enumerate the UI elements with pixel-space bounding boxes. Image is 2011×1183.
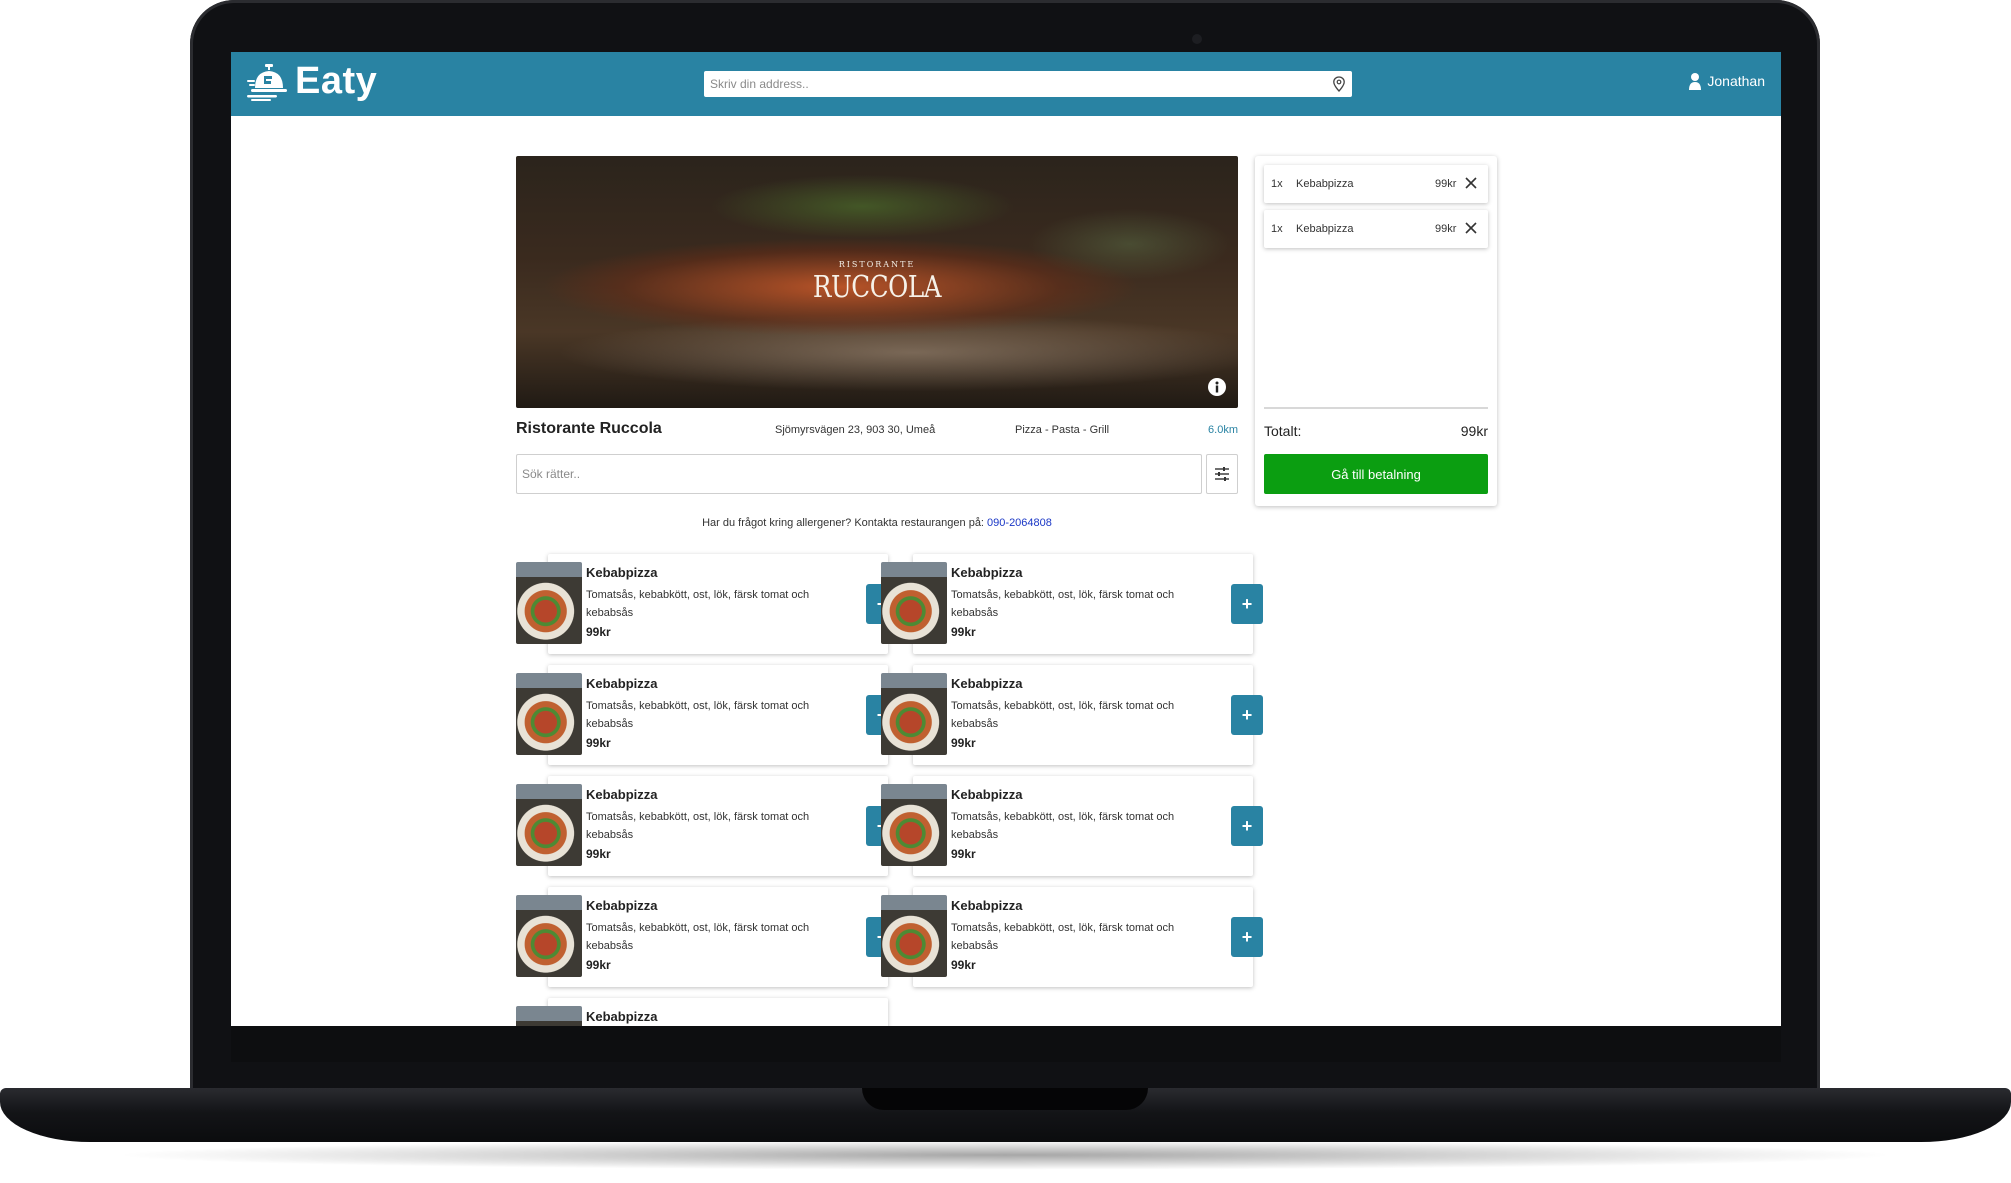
dish-image — [881, 673, 947, 755]
dish-search-bar — [516, 454, 1202, 494]
food-cloche-delivery-icon — [247, 63, 287, 101]
screen-bottom-bezel — [231, 1026, 1781, 1062]
user-menu[interactable]: Jonathan — [1688, 72, 1765, 90]
address-input[interactable] — [710, 77, 1332, 91]
add-to-cart-button[interactable]: + — [1231, 806, 1263, 846]
dish-image — [516, 1006, 582, 1026]
add-to-cart-button[interactable]: + — [1231, 695, 1263, 735]
dish-name: Kebabpizza — [586, 787, 658, 802]
dish-image — [881, 784, 947, 866]
dish-price: 99kr — [586, 847, 611, 861]
dish-description: Tomatsås, kebabkött, ost, lök, färsk tom… — [951, 700, 1175, 730]
restaurant-distance: 6.0km — [1208, 424, 1238, 436]
restaurant-categories: Pizza - Pasta - Grill — [1015, 424, 1110, 436]
info-glyph — [1215, 381, 1219, 393]
dish-image — [516, 562, 582, 644]
cart-item-price: 99kr — [1435, 178, 1457, 190]
dish-name: Kebabpizza — [951, 676, 1023, 691]
dish-name: Kebabpizza — [951, 565, 1023, 580]
cart-item: 1x Kebabpizza 99kr — [1264, 165, 1488, 203]
menu-item-card: Kebabpizza Tomatsås, kebabkött, ost, lök… — [516, 665, 898, 765]
cart-total-label: Totalt: — [1264, 423, 1302, 439]
dish-price: 99kr — [951, 736, 976, 750]
info-icon[interactable] — [1208, 378, 1226, 396]
dish-description: Tomatsås, kebabkött, ost, lök, färsk tom… — [586, 700, 810, 730]
restaurant-address: Sjömyrsvägen 23, 903 30, Umeå — [775, 424, 936, 436]
dish-description: Tomatsås, kebabkött, ost, lök, färsk tom… — [951, 811, 1175, 841]
menu-item-card: Kebabpizza Tomatsås, kebabkött, ost, lök… — [881, 776, 1263, 876]
top-navbar: Eaty Jonathan — [231, 52, 1781, 116]
location-pin-icon[interactable] — [1332, 76, 1346, 92]
dish-image — [881, 895, 947, 977]
dish-price: 99kr — [951, 625, 976, 639]
dish-image — [881, 562, 947, 644]
banner-title: RUCCOLA — [812, 270, 942, 305]
dish-name: Kebabpizza — [586, 898, 658, 913]
close-icon[interactable] — [1463, 220, 1479, 236]
dish-price: 99kr — [586, 958, 611, 972]
dish-name: Kebabpizza — [586, 565, 658, 580]
dish-image — [516, 784, 582, 866]
dish-name: Kebabpizza — [586, 1009, 658, 1024]
sliders-icon — [1215, 467, 1229, 481]
cart-item-name: Kebabpizza — [1296, 178, 1354, 190]
allergy-notice: Har du frågot kring allergener? Kontakta… — [516, 517, 1238, 529]
add-to-cart-button[interactable]: + — [1231, 584, 1263, 624]
menu-item-card: Kebabpizza Tomatsås, kebabkött, ost, lök… — [516, 776, 898, 876]
brand-name: Eaty — [295, 60, 378, 102]
dish-image — [516, 673, 582, 755]
restaurant-phone-link[interactable]: 090-2064808 — [987, 517, 1052, 529]
dish-description: Tomatsås, kebabkött, ost, lök, färsk tom… — [951, 922, 1175, 952]
dish-search-input[interactable] — [522, 467, 1196, 481]
cart-total-value: 99kr — [1460, 423, 1488, 439]
dish-name: Kebabpizza — [586, 676, 658, 691]
cart-divider — [1264, 407, 1488, 409]
cart-item: 1x Kebabpizza 99kr — [1264, 210, 1488, 248]
filter-button[interactable] — [1206, 454, 1238, 494]
shopping-cart: 1x Kebabpizza 99kr 1x Kebabpizza 99kr To… — [1255, 156, 1497, 506]
dish-price: 99kr — [586, 625, 611, 639]
restaurant-info-row: Ristorante Ruccola Sjömyrsvägen 23, 903 … — [516, 420, 1238, 440]
dish-name: Kebabpizza — [951, 787, 1023, 802]
dish-description: Tomatsås, kebabkött, ost, lök, färsk tom… — [951, 589, 1175, 619]
restaurant-banner: RISTORANTE RUCCOLA — [516, 156, 1238, 408]
address-search-bar — [704, 71, 1352, 97]
dish-price: 99kr — [951, 958, 976, 972]
allergy-text: Har du frågot kring allergener? Kontakta… — [702, 517, 988, 529]
laptop-notch — [862, 1088, 1148, 1110]
menu-item-card: Kebabpizza Tomatsås, kebabkött, ost, lök… — [881, 554, 1263, 654]
close-icon[interactable] — [1463, 175, 1479, 191]
user-name: Jonathan — [1707, 73, 1765, 89]
menu-item-card: Kebabpizza — [516, 998, 888, 1026]
menu-item-card: Kebabpizza Tomatsås, kebabkött, ost, lök… — [516, 887, 898, 987]
add-to-cart-button[interactable]: + — [1231, 917, 1263, 957]
menu-item-card: Kebabpizza Tomatsås, kebabkött, ost, lök… — [516, 554, 898, 654]
restaurant-name: Ristorante Ruccola — [516, 420, 662, 437]
cart-item-qty: 1x — [1271, 223, 1283, 235]
dish-price: 99kr — [951, 847, 976, 861]
dish-description: Tomatsås, kebabkött, ost, lök, färsk tom… — [586, 811, 810, 841]
checkout-button[interactable]: Gå till betalning — [1264, 454, 1488, 494]
dish-image — [516, 895, 582, 977]
cart-item-name: Kebabpizza — [1296, 223, 1354, 235]
cart-item-price: 99kr — [1435, 223, 1457, 235]
dish-price: 99kr — [586, 736, 611, 750]
camera-icon — [1192, 34, 1202, 44]
brand-logo[interactable]: Eaty — [247, 60, 377, 103]
dish-description: Tomatsås, kebabkött, ost, lök, färsk tom… — [586, 589, 810, 619]
cart-item-qty: 1x — [1271, 178, 1283, 190]
app-screen: Eaty Jonathan RISTORANTE RUCCOLA — [231, 52, 1781, 1026]
dish-description: Tomatsås, kebabkött, ost, lök, färsk tom… — [586, 922, 810, 952]
menu-item-card: Kebabpizza Tomatsås, kebabkött, ost, lök… — [881, 887, 1263, 987]
user-icon — [1689, 73, 1702, 90]
menu-item-card: Kebabpizza Tomatsås, kebabkött, ost, lök… — [881, 665, 1263, 765]
laptop-shadow — [110, 1140, 1900, 1170]
dish-name: Kebabpizza — [951, 898, 1023, 913]
banner-subtitle: RISTORANTE — [838, 260, 916, 269]
